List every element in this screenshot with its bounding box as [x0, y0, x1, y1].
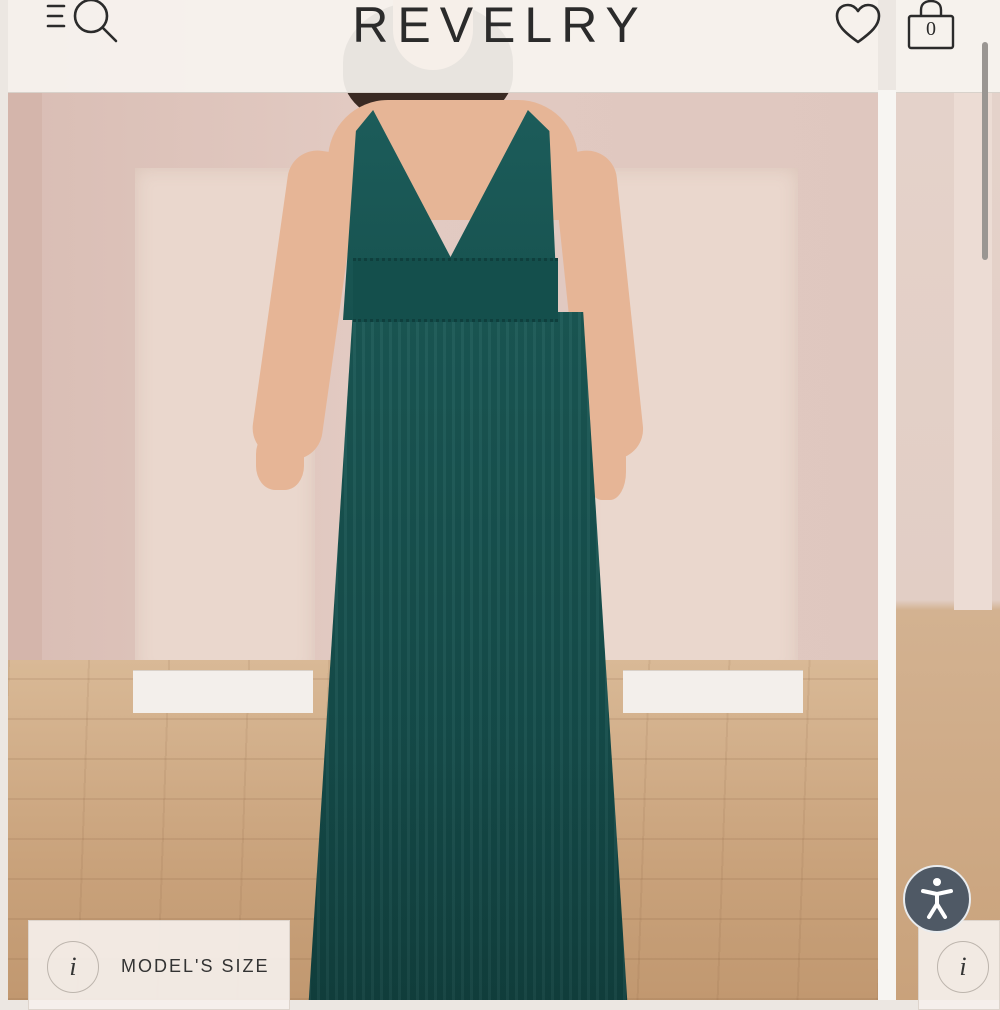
accessibility-button[interactable]	[903, 865, 971, 933]
models-size-label: MODEL'S SIZE	[121, 956, 270, 976]
wishlist-button[interactable]	[834, 2, 882, 46]
info-icon: i	[47, 941, 99, 993]
menu-search-button[interactable]	[44, 0, 120, 44]
dress-waistband	[353, 258, 558, 322]
gallery-gap	[878, 90, 896, 1000]
menu-search-icon	[46, 0, 118, 43]
models-size-button[interactable]: i MODEL'S SIZE	[28, 920, 290, 1010]
cart-button[interactable]: 0	[905, 0, 957, 52]
product-image[interactable]	[8, 0, 878, 1000]
dress-skirt	[308, 312, 628, 1000]
info-icon: i	[937, 941, 989, 993]
scrollbar[interactable]	[982, 42, 988, 260]
accessibility-icon	[921, 878, 953, 919]
heart-icon	[835, 3, 881, 44]
model-figure	[8, 0, 878, 1000]
cart-count: 0	[926, 18, 936, 40]
model-hand-left	[256, 430, 304, 490]
